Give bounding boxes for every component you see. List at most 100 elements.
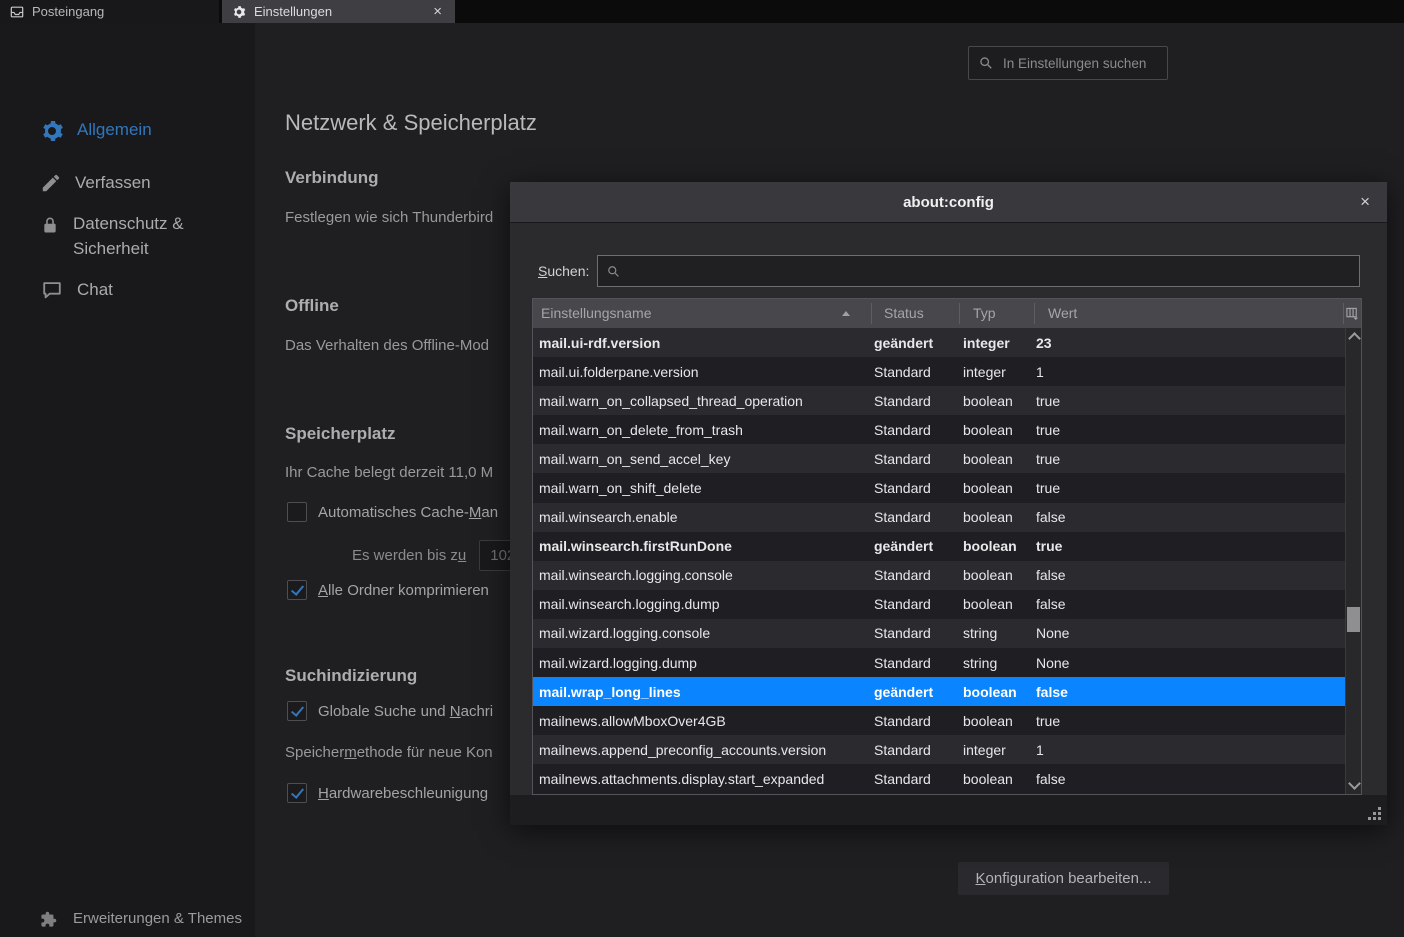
pref-typ: boolean: [963, 771, 1013, 787]
puzzle-icon: [40, 911, 57, 928]
pref-row[interactable]: mail.warn_on_collapsed_thread_operationS…: [533, 386, 1345, 415]
pref-wert: true: [1036, 422, 1060, 438]
compact-folders-checkbox[interactable]: [287, 580, 307, 600]
pref-row[interactable]: mailnews.append_preconfig_accounts.versi…: [533, 735, 1345, 764]
hardware-accel-checkbox[interactable]: [287, 783, 307, 803]
pref-wert: true: [1036, 480, 1060, 496]
pref-name: mail.winsearch.logging.dump: [539, 596, 720, 612]
sidebar-item-chat[interactable]: Chat: [40, 277, 113, 302]
resize-grip-icon[interactable]: [1368, 807, 1381, 820]
column-header-status[interactable]: Status: [884, 305, 924, 321]
scroll-down-icon[interactable]: [1348, 777, 1361, 790]
pref-name: mail.wizard.logging.dump: [539, 655, 697, 671]
sidebar-item-label: Verfassen: [75, 170, 151, 195]
compact-folders-row: Alle Ordner komprimieren: [287, 580, 489, 600]
tab-bar: Posteingang Einstellungen ×: [0, 0, 1404, 23]
pref-status: geändert: [874, 335, 933, 351]
search-icon: [607, 265, 620, 278]
pref-typ: boolean: [963, 567, 1013, 583]
column-header-typ[interactable]: Typ: [973, 305, 996, 321]
pref-row[interactable]: mail.winsearch.logging.consoleStandardbo…: [533, 561, 1345, 590]
pref-row[interactable]: mail.ui.folderpane.versionStandardintege…: [533, 357, 1345, 386]
section-desc-verbindung: Festlegen wie sich Thunderbird: [285, 209, 493, 226]
pref-row[interactable]: mail.wizard.logging.dumpStandardstringNo…: [533, 648, 1345, 677]
pref-wert: 1: [1036, 364, 1044, 380]
pref-row[interactable]: mail.winsearch.enableStandardbooleanfals…: [533, 503, 1345, 532]
gear-icon: [40, 119, 64, 143]
vertical-scrollbar[interactable]: [1345, 328, 1361, 794]
pref-status: Standard: [874, 596, 931, 612]
pref-status: Standard: [874, 567, 931, 583]
auto-cache-label: Automatisches Cache-Man: [318, 504, 498, 521]
pref-typ: string: [963, 655, 997, 671]
scrollbar-thumb[interactable]: [1347, 607, 1360, 632]
dialog-title: about:config: [903, 194, 994, 211]
tab-posteingang[interactable]: Posteingang: [0, 0, 219, 23]
pref-status: Standard: [874, 422, 931, 438]
column-header-wert[interactable]: Wert: [1048, 305, 1077, 321]
pref-status: geändert: [874, 684, 933, 700]
tab-close-icon[interactable]: ×: [430, 4, 445, 19]
pref-name: mail.wizard.logging.console: [539, 625, 710, 641]
pref-row[interactable]: mail.ui-rdf.versiongeändertinteger23: [533, 328, 1345, 357]
pref-status: geändert: [874, 538, 933, 554]
config-search-label: Suchen:: [538, 263, 589, 279]
lock-icon: [40, 213, 60, 237]
pref-status: Standard: [874, 393, 931, 409]
dialog-close-icon[interactable]: ×: [1356, 182, 1374, 222]
pref-wert: true: [1036, 393, 1060, 409]
config-search-input[interactable]: [627, 262, 1350, 280]
pref-name: mail.winsearch.firstRunDone: [539, 538, 732, 554]
pref-name: mail.warn_on_send_accel_key: [539, 451, 730, 467]
tab-label: Einstellungen: [254, 4, 332, 19]
about-config-dialog: about:config × Suchen: Einstellungsname …: [510, 182, 1387, 825]
scroll-up-icon[interactable]: [1348, 332, 1361, 345]
global-search-checkbox[interactable]: [287, 701, 307, 721]
sidebar-item-label: Chat: [77, 277, 113, 302]
sidebar-item-verfassen[interactable]: Verfassen: [40, 170, 151, 195]
column-header-einstellungsname[interactable]: Einstellungsname: [541, 305, 652, 321]
edit-config-button[interactable]: Konfiguration bearbeiten...: [958, 862, 1169, 895]
pref-status: Standard: [874, 713, 931, 729]
pref-status: Standard: [874, 655, 931, 671]
pref-row[interactable]: mail.wizard.logging.consoleStandardstrin…: [533, 619, 1345, 648]
compact-folders-label: Alle Ordner komprimieren: [318, 582, 489, 599]
settings-search-input[interactable]: [1001, 55, 1157, 72]
pref-typ: boolean: [963, 538, 1017, 554]
global-search-row: Globale Suche und Nachri: [287, 701, 493, 721]
pref-typ: boolean: [963, 480, 1013, 496]
pref-name: mail.ui.folderpane.version: [539, 364, 699, 380]
sidebar-item-datenschutz[interactable]: Datenschutz & Sicherheit: [40, 211, 218, 261]
hardware-accel-label: Hardwarebeschleunigung: [318, 785, 488, 802]
pref-wert: 23: [1036, 335, 1052, 351]
tab-einstellungen[interactable]: Einstellungen ×: [222, 0, 455, 23]
section-heading-verbindung: Verbindung: [285, 168, 379, 188]
column-divider: [871, 303, 872, 324]
pref-wert: false: [1036, 596, 1066, 612]
sidebar-item-erweiterungen[interactable]: Erweiterungen & Themes: [40, 909, 242, 928]
pref-row[interactable]: mail.warn_on_delete_from_trashStandardbo…: [533, 415, 1345, 444]
pref-typ: boolean: [963, 596, 1013, 612]
gear-icon: [232, 5, 246, 19]
column-picker-icon[interactable]: [1346, 307, 1359, 320]
column-divider: [1034, 303, 1035, 324]
pref-row[interactable]: mail.winsearch.logging.dump Standard boole…: [533, 590, 1345, 619]
pref-row[interactable]: mail.winsearch.firstRunDone geändert boole…: [533, 532, 1345, 561]
pref-row[interactable]: mail.warn_on_shift_deleteStandardboolean…: [533, 473, 1345, 502]
auto-cache-row: Automatisches Cache-Man: [287, 502, 498, 522]
section-heading-offline: Offline: [285, 296, 339, 316]
column-divider: [1343, 303, 1344, 324]
pref-row[interactable]: mailnews.allowMboxOver4GBStandardboolean…: [533, 706, 1345, 735]
pref-typ: boolean: [963, 509, 1013, 525]
pref-status: Standard: [874, 364, 931, 380]
pref-row[interactable]: mail.wrap_long_linesgeändertbooleanfalse: [533, 677, 1345, 706]
pref-row[interactable]: mailnews.attachments.display.start_expan…: [533, 764, 1345, 793]
pref-row[interactable]: mail.warn_on_send_accel_keyStandardboole…: [533, 444, 1345, 473]
auto-cache-checkbox[interactable]: [287, 502, 307, 522]
pref-typ: boolean: [963, 713, 1013, 729]
sidebar-item-allgemein[interactable]: Allgemein: [40, 117, 152, 143]
pref-status: Standard: [874, 771, 931, 787]
sort-asc-icon: [842, 311, 850, 316]
pref-wert: true: [1036, 538, 1062, 554]
section-heading-speicherplatz: Speicherplatz: [285, 424, 396, 444]
